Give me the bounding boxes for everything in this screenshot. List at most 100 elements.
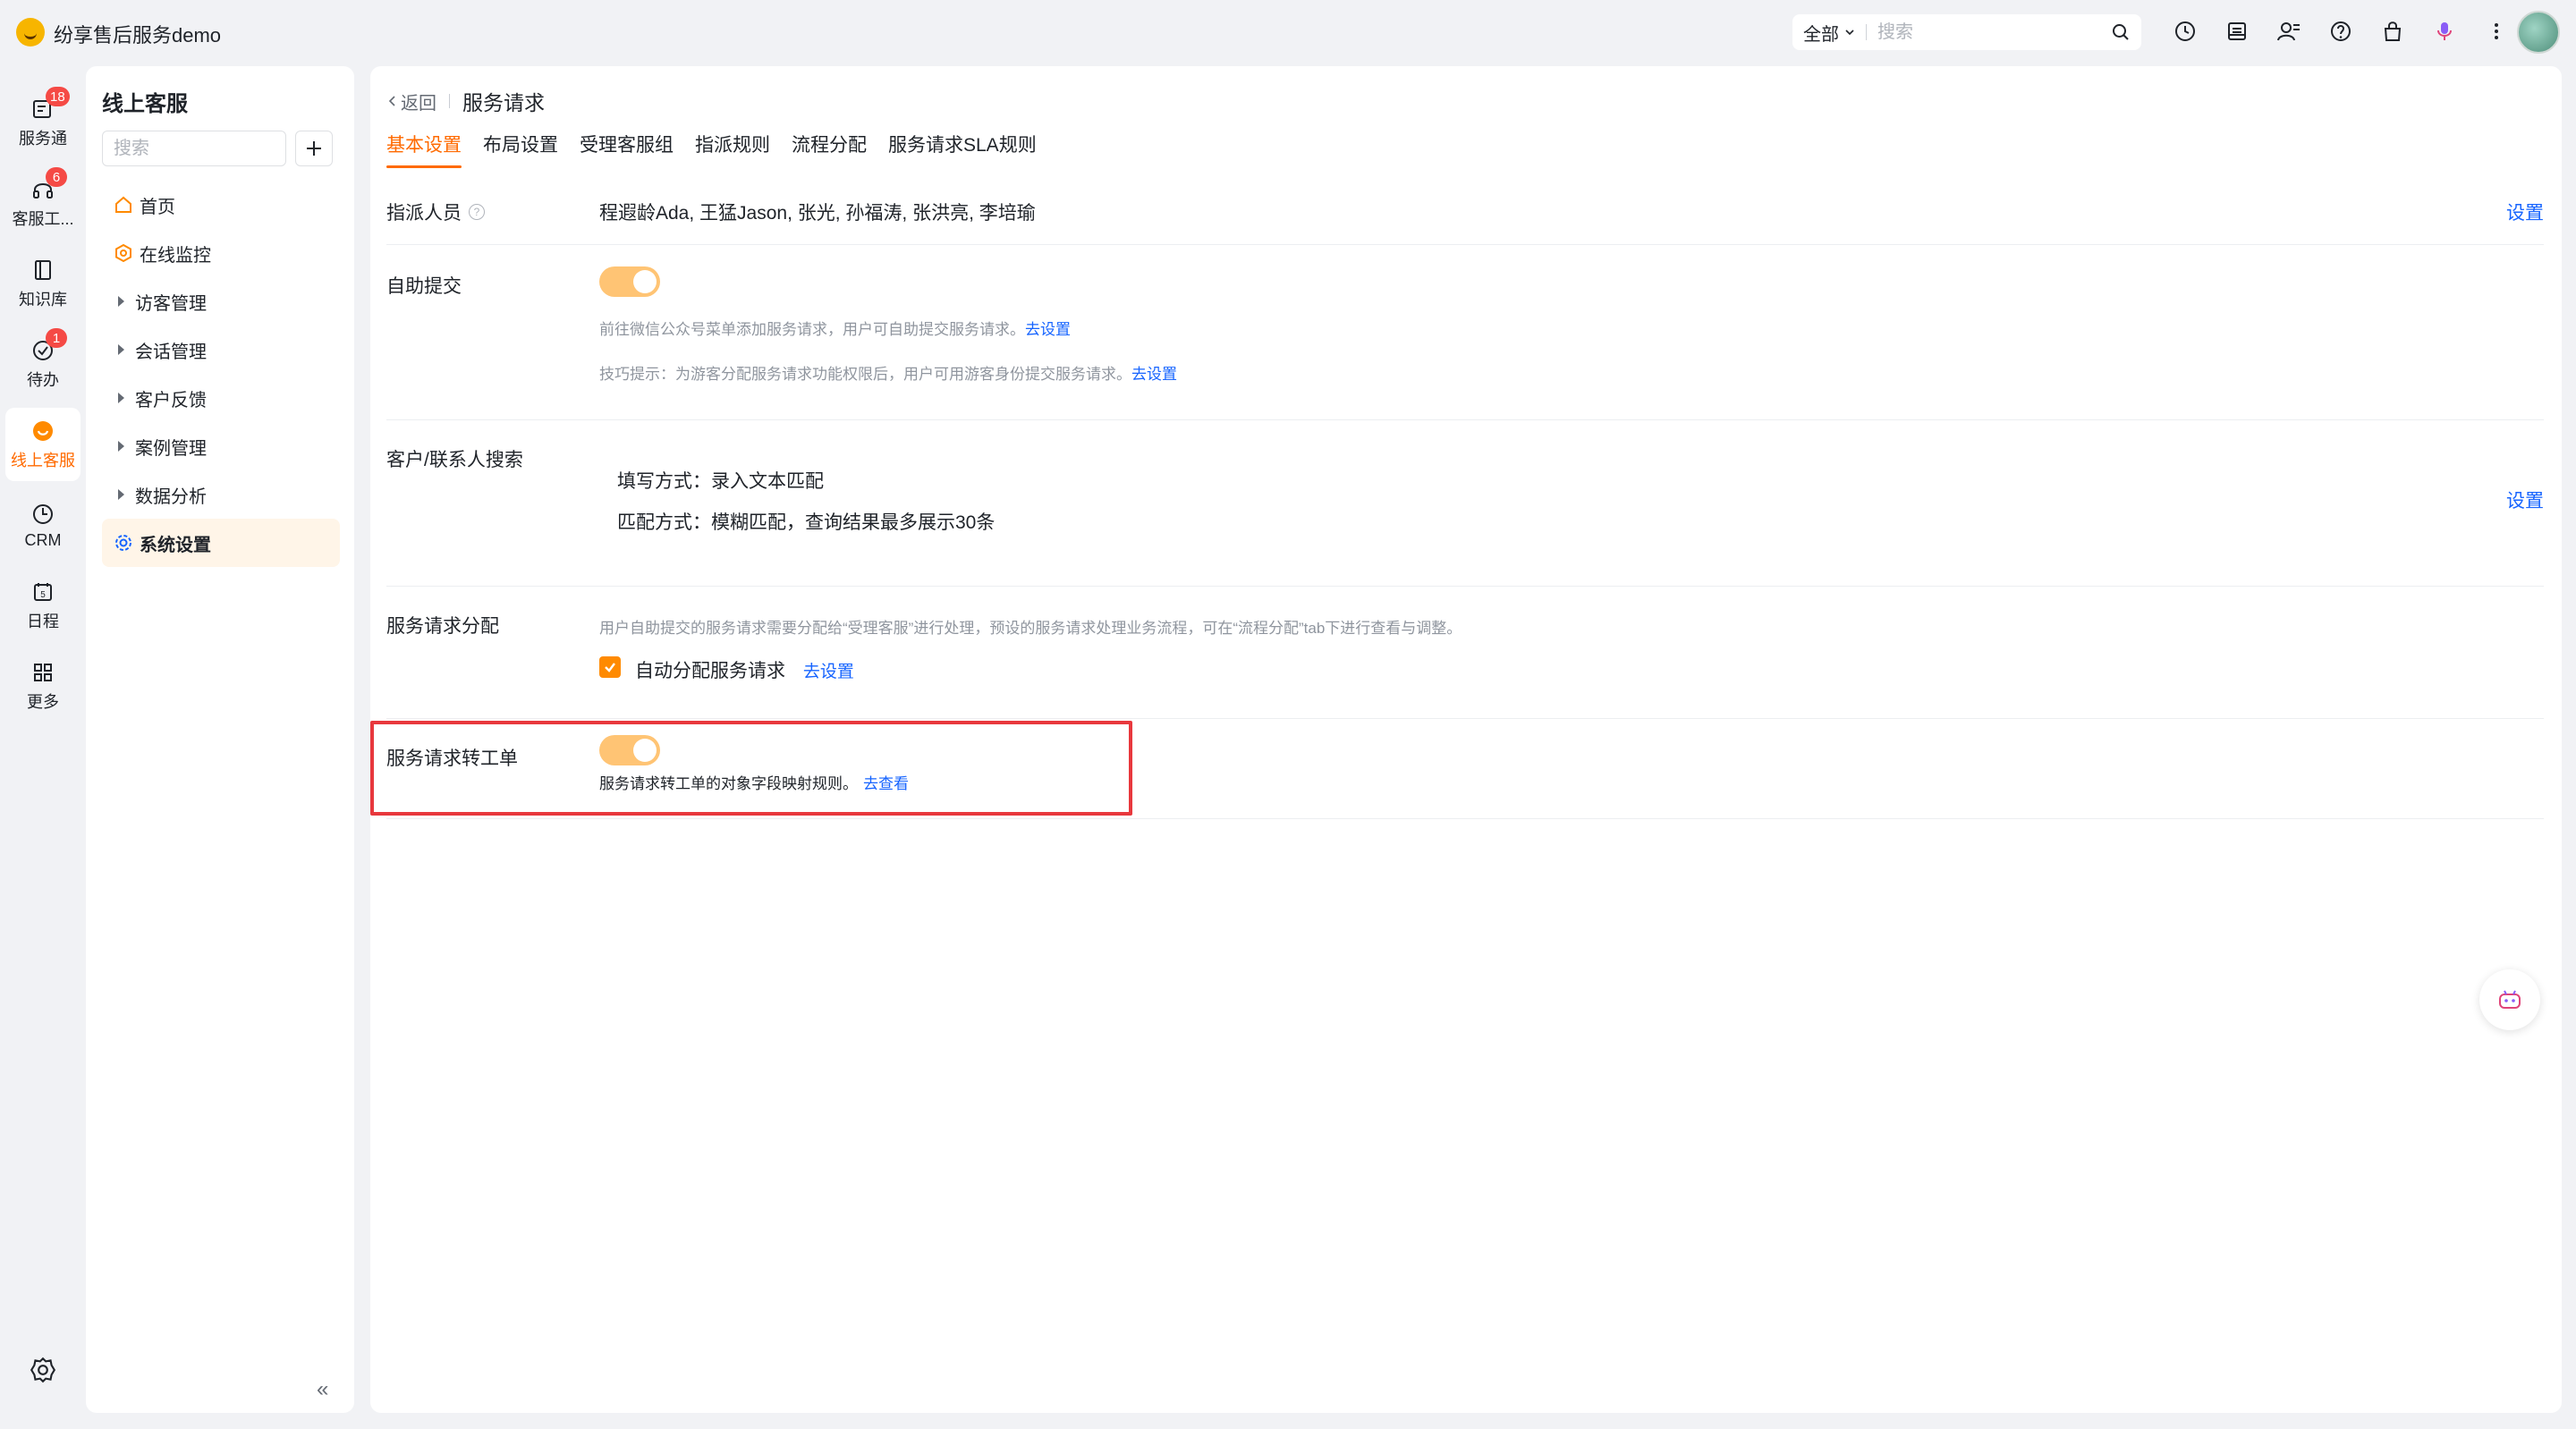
rail-item-service[interactable]: 18 服务通 bbox=[5, 86, 80, 159]
sidebar-item-home[interactable]: 首页 bbox=[102, 181, 340, 229]
collapse-sidebar-icon[interactable]: « bbox=[317, 1377, 328, 1402]
online-service-icon bbox=[33, 421, 53, 441]
sidebar-item-label: 会话管理 bbox=[135, 342, 207, 362]
settings-tabs: 基本设置 布局设置 受理客服组 指派规则 流程分配 服务请求SLA规则 bbox=[386, 131, 1037, 168]
svg-text:5: 5 bbox=[40, 590, 46, 600]
guest-tip: 技巧提示：为游客分配服务请求功能权限后，用户可用游客身份提交服务请求。去设置 bbox=[599, 361, 1177, 384]
contact-search-set-link[interactable]: 设置 bbox=[2506, 486, 2544, 513]
sidebar-item-label: 首页 bbox=[140, 197, 175, 217]
caret-right-icon bbox=[118, 296, 124, 307]
inbox-icon[interactable] bbox=[2222, 16, 2252, 47]
assignees-label: 指派人员 ? bbox=[386, 199, 485, 225]
more-icon[interactable] bbox=[2481, 16, 2512, 47]
add-button[interactable] bbox=[295, 131, 333, 166]
search-icon[interactable] bbox=[2111, 22, 2131, 42]
rail-label: 日程 bbox=[27, 613, 59, 630]
app-rail: 18 服务通 6 客服工... 知识库 1 待办 线上客服 CRM 5 日程 更… bbox=[0, 64, 86, 1429]
microphone-icon[interactable] bbox=[2429, 16, 2460, 47]
assignees-section: 指派人员 ? 程遐龄Ada, 王猛Jason, 张光, 孙福涛, 张洪亮, 李培… bbox=[386, 175, 2544, 245]
self-submit-toggle[interactable] bbox=[599, 266, 660, 297]
caret-right-icon bbox=[118, 393, 124, 403]
robot-icon bbox=[2499, 990, 2521, 1009]
search-scope-select[interactable]: 全部 bbox=[1792, 20, 1866, 46]
caret-right-icon bbox=[118, 344, 124, 355]
sidebar-item-label: 数据分析 bbox=[135, 486, 207, 507]
book-icon bbox=[35, 260, 51, 280]
distribution-label: 服务请求分配 bbox=[386, 616, 499, 637]
sidebar-item-feedback[interactable]: 客户反馈 bbox=[102, 374, 340, 422]
sidebar-title: 线上客服 bbox=[102, 92, 188, 116]
assignees-label-text: 指派人员 bbox=[386, 203, 462, 224]
contact-search-label: 客户/联系人搜索 bbox=[386, 450, 523, 470]
rail-item-todo[interactable]: 1 待办 bbox=[5, 327, 80, 401]
top-bar: 纷享售后服务demo 全部 bbox=[0, 0, 2576, 64]
plus-icon bbox=[307, 141, 321, 156]
chevron-down-icon bbox=[1845, 30, 1854, 36]
tab-layout-settings[interactable]: 布局设置 bbox=[483, 131, 558, 168]
sidebar-item-label: 客户反馈 bbox=[135, 390, 207, 410]
sidebar-item-sessions[interactable]: 会话管理 bbox=[102, 326, 340, 374]
search-scope-label: 全部 bbox=[1803, 24, 1839, 45]
assistant-bot-button[interactable] bbox=[2479, 969, 2540, 1030]
self-submit-label: 自助提交 bbox=[386, 276, 462, 297]
self-submit-setup-link[interactable]: 去设置 bbox=[1025, 321, 1071, 338]
distribution-setup-link[interactable]: 去设置 bbox=[803, 663, 854, 681]
module-sidebar: 线上客服 首页 在线监控 访客管理 会话管理 客户反馈 案例管理 bbox=[86, 66, 354, 1413]
guest-tip-setup-link[interactable]: 去设置 bbox=[1131, 366, 1177, 383]
assignees-set-link[interactable]: 设置 bbox=[2506, 199, 2544, 225]
gear-icon[interactable] bbox=[29, 1356, 57, 1384]
rail-label: CRM bbox=[24, 530, 62, 549]
app-logo bbox=[16, 18, 45, 47]
rail-item-more[interactable]: 更多 bbox=[5, 649, 80, 723]
sidebar-item-label: 系统设置 bbox=[140, 535, 211, 555]
assignees-value: 程遐龄Ada, 王猛Jason, 张光, 孙福涛, 张洪亮, 李培瑜 bbox=[599, 203, 1036, 224]
sidebar-search-input[interactable] bbox=[102, 131, 286, 166]
guest-tip-text: 技巧提示：为游客分配服务请求功能权限后，用户可用游客身份提交服务请求。 bbox=[599, 366, 1131, 383]
tab-sla-rules[interactable]: 服务请求SLA规则 bbox=[888, 131, 1037, 168]
sidebar-menu: 首页 在线监控 访客管理 会话管理 客户反馈 案例管理 数据分析 系统设置 bbox=[102, 181, 340, 567]
crm-icon bbox=[33, 503, 53, 524]
back-button[interactable]: 返回 bbox=[386, 89, 436, 114]
sidebar-item-visitors[interactable]: 访客管理 bbox=[102, 277, 340, 326]
user-avatar[interactable] bbox=[2517, 11, 2560, 54]
contact-search-section: 客户/联系人搜索 填写方式：录入文本匹配 匹配方式：模糊匹配，查询结果最多展示3… bbox=[386, 420, 2544, 587]
rail-badge: 6 bbox=[46, 167, 67, 187]
rail-label: 客服工... bbox=[12, 210, 74, 228]
breadcrumb: 返回 服务请求 bbox=[386, 86, 545, 116]
match-mode-text: 匹配方式：模糊匹配，查询结果最多展示30条 bbox=[617, 512, 996, 533]
checkmark-icon bbox=[605, 663, 615, 672]
clock-icon[interactable] bbox=[2170, 16, 2200, 47]
rail-item-online-service[interactable]: 线上客服 bbox=[5, 408, 80, 481]
rail-item-calendar[interactable]: 5 日程 bbox=[5, 569, 80, 642]
breadcrumb-divider bbox=[449, 94, 450, 108]
auto-distribute-label-text: 自动分配服务请求 bbox=[635, 661, 785, 681]
tab-basic-settings[interactable]: 基本设置 bbox=[386, 131, 462, 168]
sidebar-item-settings[interactable]: 系统设置 bbox=[102, 519, 340, 567]
tab-agent-groups[interactable]: 受理客服组 bbox=[580, 131, 674, 168]
main-panel: 返回 服务请求 基本设置 布局设置 受理客服组 指派规则 流程分配 服务请求SL… bbox=[370, 66, 2562, 1413]
search-input[interactable] bbox=[1867, 21, 2108, 43]
caret-right-icon bbox=[118, 489, 124, 500]
contacts-icon[interactable] bbox=[2274, 16, 2304, 47]
help-icon[interactable] bbox=[2326, 16, 2356, 47]
sidebar-item-cases[interactable]: 案例管理 bbox=[102, 422, 340, 470]
global-search: 全部 bbox=[1792, 14, 2141, 50]
chevron-left-icon bbox=[388, 96, 395, 106]
monitor-icon bbox=[115, 243, 131, 263]
rail-item-agent-workbench[interactable]: 6 客服工... bbox=[5, 166, 80, 240]
rail-label: 待办 bbox=[27, 371, 59, 389]
sidebar-item-analytics[interactable]: 数据分析 bbox=[102, 470, 340, 519]
tab-assignment-rules[interactable]: 指派规则 bbox=[695, 131, 770, 168]
sidebar-item-monitor[interactable]: 在线监控 bbox=[102, 229, 340, 277]
fill-mode-text: 填写方式：录入文本匹配 bbox=[617, 471, 824, 492]
tab-flow-distribution[interactable]: 流程分配 bbox=[792, 131, 867, 168]
rail-item-crm[interactable]: CRM bbox=[5, 488, 80, 562]
distribution-hint: 用户自助提交的服务请求需要分配给“受理客服”进行处理，预设的服务请求处理业务流程… bbox=[599, 620, 1462, 637]
app-title: 纷享售后服务demo bbox=[54, 24, 222, 47]
question-icon[interactable]: ? bbox=[469, 204, 485, 220]
distribution-section: 服务请求分配 用户自助提交的服务请求需要分配给“受理客服”进行处理，预设的服务请… bbox=[386, 587, 2544, 719]
bag-icon[interactable] bbox=[2377, 16, 2408, 47]
auto-distribute-checkbox[interactable] bbox=[599, 656, 621, 678]
rail-item-knowledge[interactable]: 知识库 bbox=[5, 247, 80, 320]
calendar-icon: 5 bbox=[34, 583, 52, 601]
